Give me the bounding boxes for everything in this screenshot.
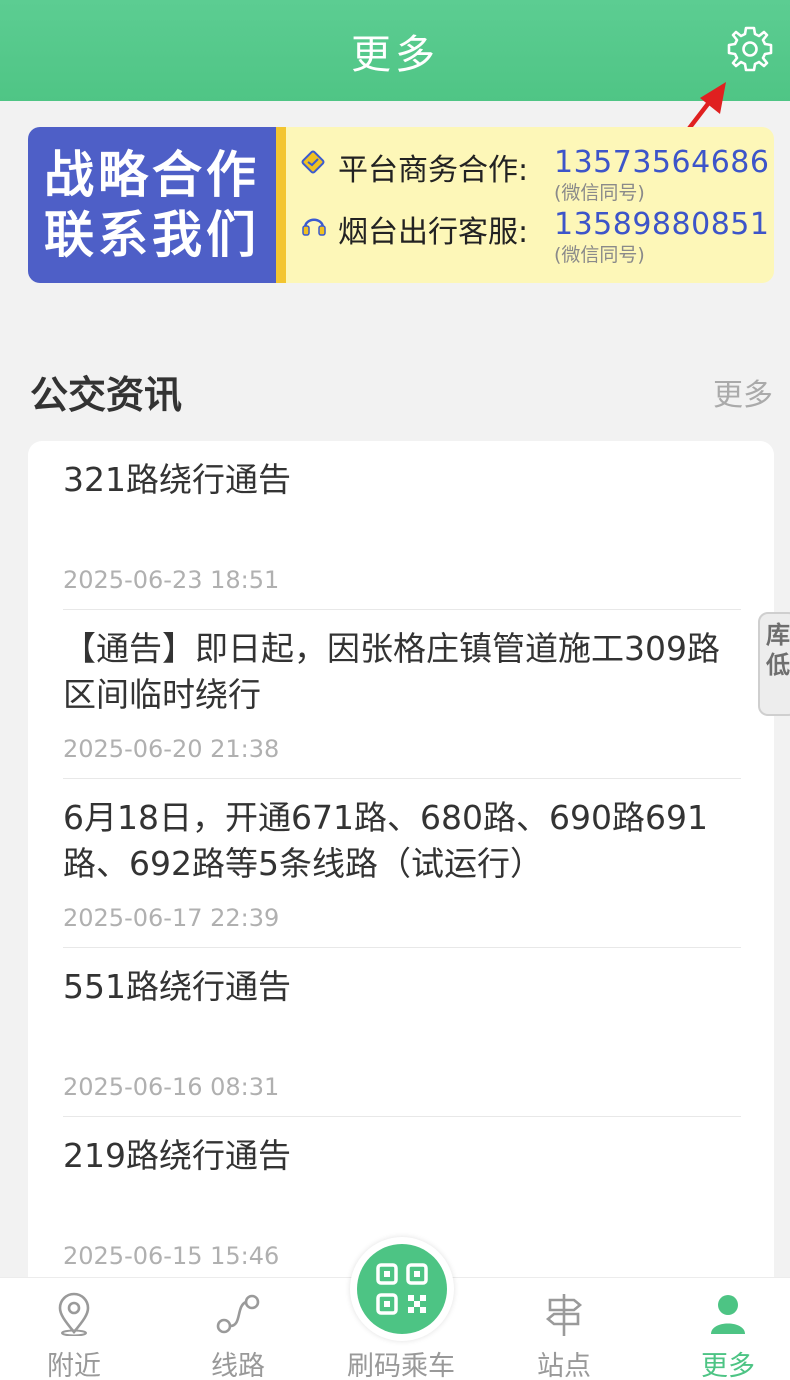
banner-divider xyxy=(276,127,286,283)
nav-label: 刷码乘车 xyxy=(347,1351,455,1380)
partner-banner[interactable]: 战略合作 联系我们 平台商务合作: 13573564686 (微信同号) 烟台出… xyxy=(28,127,774,283)
news-date: 2025-06-17 22:39 xyxy=(63,904,280,932)
news-date: 2025-06-23 18:51 xyxy=(63,566,280,594)
news-title: 321路绕行通告 xyxy=(63,460,291,499)
news-item[interactable]: 551路绕行通告 2025-06-16 08:31 xyxy=(63,948,741,1117)
nav-item-nearby[interactable]: 附近 xyxy=(4,1278,144,1380)
news-title: 【通告】即日起，因张格庄镇管道施工309路区间临时绕行 xyxy=(63,629,720,714)
gear-icon xyxy=(727,26,773,72)
nav-label: 附近 xyxy=(47,1351,101,1380)
news-title: 551路绕行通告 xyxy=(63,967,291,1006)
news-date: 2025-06-15 15:46 xyxy=(63,1242,280,1270)
headset-icon xyxy=(302,218,326,236)
news-title: 219路绕行通告 xyxy=(63,1136,291,1175)
side-widget-text: 低 xyxy=(766,651,790,679)
page-title: 更多 xyxy=(351,32,439,78)
nav-label: 更多 xyxy=(701,1351,755,1380)
contact-service: 烟台出行客服: 13589880851 (微信同号) xyxy=(300,207,769,267)
nav-label: 站点 xyxy=(537,1351,591,1380)
user-icon xyxy=(711,1295,745,1334)
banner-contacts: 平台商务合作: 13573564686 (微信同号) 烟台出行客服: 13589… xyxy=(286,127,774,283)
news-item[interactable]: 【通告】即日起，因张格庄镇管道施工309路区间临时绕行 2025-06-20 2… xyxy=(63,610,741,779)
contact-label: 烟台出行客服: xyxy=(338,215,529,250)
wechat-note: (微信同号) xyxy=(554,182,645,204)
nav-item-routes[interactable]: 线路 xyxy=(168,1278,308,1380)
banner-headline-line2: 联系我们 xyxy=(44,206,260,264)
phone-number[interactable]: 13573564686 xyxy=(554,145,769,180)
news-more-link[interactable]: 更多 xyxy=(713,370,773,414)
scan-qr-button[interactable] xyxy=(350,1237,454,1341)
news-section-title: 公交资讯 xyxy=(30,373,183,417)
contact-label: 平台商务合作: xyxy=(338,153,529,188)
qr-code-icon xyxy=(376,1263,428,1315)
phone-number[interactable]: 13589880851 xyxy=(554,207,769,242)
contact-business: 平台商务合作: 13573564686 (微信同号) xyxy=(300,145,769,205)
news-title: 6月18日，开通671路、680路、690路691路、692路等5条线路（试运行… xyxy=(63,798,708,883)
nav-label: 线路 xyxy=(211,1351,265,1380)
settings-button[interactable] xyxy=(724,23,776,75)
signpost-icon xyxy=(545,1294,583,1336)
nav-item-more[interactable]: 更多 xyxy=(658,1278,790,1380)
location-pin-icon xyxy=(58,1292,90,1336)
side-widget-text: 库 xyxy=(766,621,790,649)
route-icon xyxy=(216,1294,260,1334)
banner-headline: 战略合作 联系我们 xyxy=(28,127,276,283)
news-item[interactable]: 6月18日，开通671路、680路、690路691路、692路等5条线路（试运行… xyxy=(63,779,741,948)
wechat-note: (微信同号) xyxy=(554,244,645,266)
news-date: 2025-06-20 21:38 xyxy=(63,735,280,763)
handshake-icon xyxy=(301,150,325,174)
floating-side-widget[interactable]: 库 低 xyxy=(758,612,790,716)
nav-item-stops[interactable]: 站点 xyxy=(494,1278,634,1380)
news-date: 2025-06-16 08:31 xyxy=(63,1073,280,1101)
news-item[interactable]: 321路绕行通告 2025-06-23 18:51 xyxy=(63,441,741,610)
banner-headline-line1: 战略合作 xyxy=(44,146,260,204)
